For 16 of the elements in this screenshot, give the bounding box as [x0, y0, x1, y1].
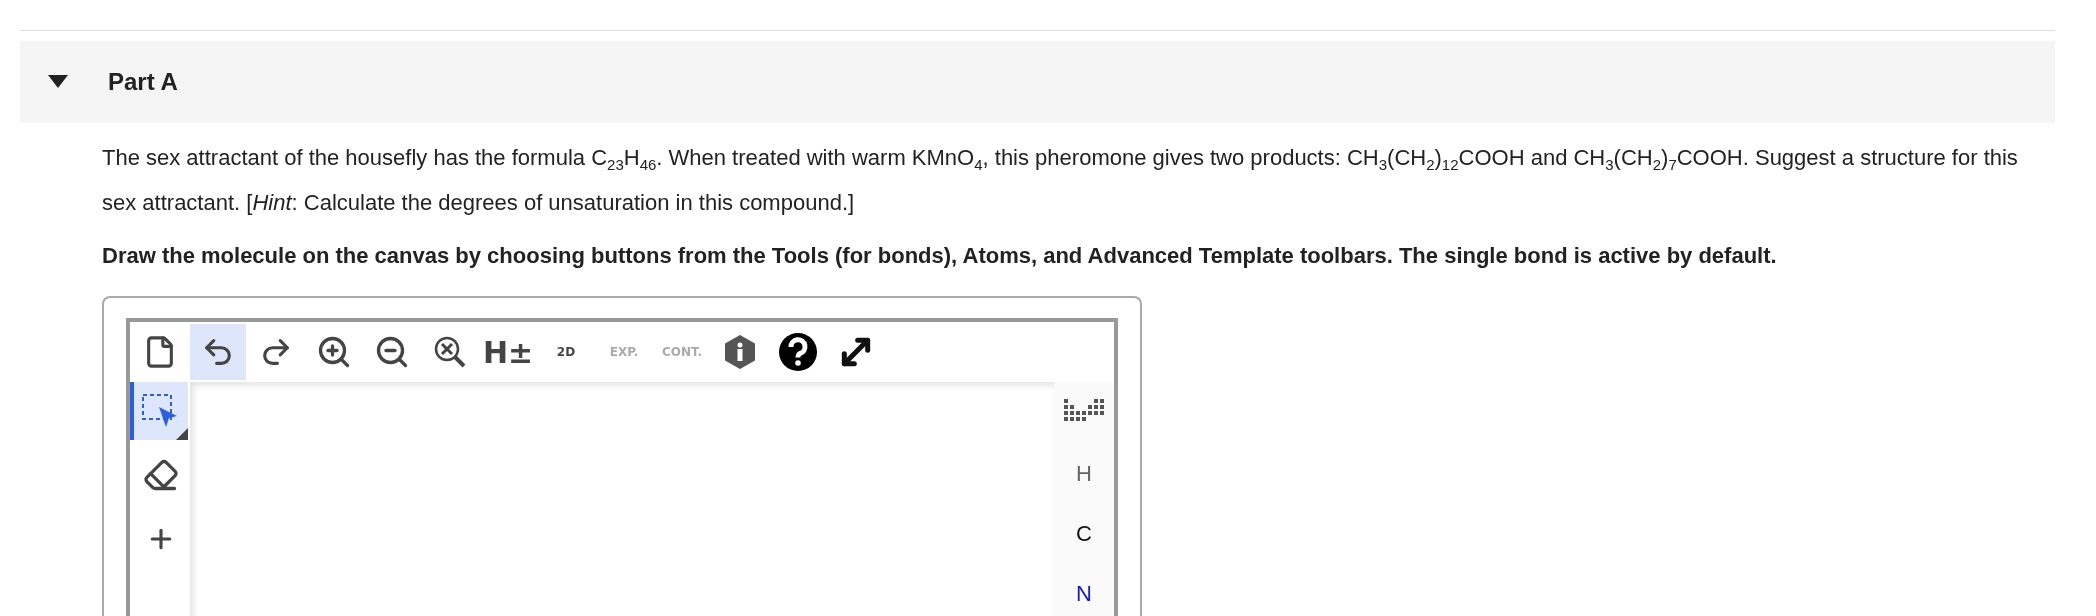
info-icon	[724, 334, 756, 371]
question-text: The sex attractant of the housefly has the formula C$_{23}$H$_{46}$. When treated with warm KMnO$_{4}$, this pheromone gives two products: CH$_{3}$(CH$_{2}$)$_{12}$COOH and CH$_{3}$(CH$_{2}$)$_{7}$COOH. Suggest a structure for this sex attractant. [Hint: Calculate the degrees of unsaturation in this compound.]	[102, 144, 2019, 218]
hydrogens-button[interactable]: H±	[480, 324, 536, 381]
instruction-text: Draw the molecule on the canvas by choosing buttons from the Tools (for bonds), Atoms, and Advanced Template toolbars. The single bond is active by default.	[102, 242, 1778, 271]
periodic-table-icon	[1064, 399, 1104, 424]
submenu-corner-icon	[176, 428, 188, 441]
caret-icon	[48, 75, 68, 89]
help-icon	[778, 332, 818, 373]
atom-button[interactable]: C	[1059, 516, 1109, 553]
part-title: Part A	[108, 68, 178, 96]
atom-button[interactable]: H	[1059, 456, 1109, 493]
part-header[interactable]: Part A	[20, 41, 2055, 123]
clean-button[interactable]: 2D	[538, 324, 594, 381]
select-tool-button[interactable]	[130, 382, 188, 441]
atom-button[interactable]: N	[1059, 576, 1109, 613]
undo-button[interactable]	[190, 324, 246, 381]
